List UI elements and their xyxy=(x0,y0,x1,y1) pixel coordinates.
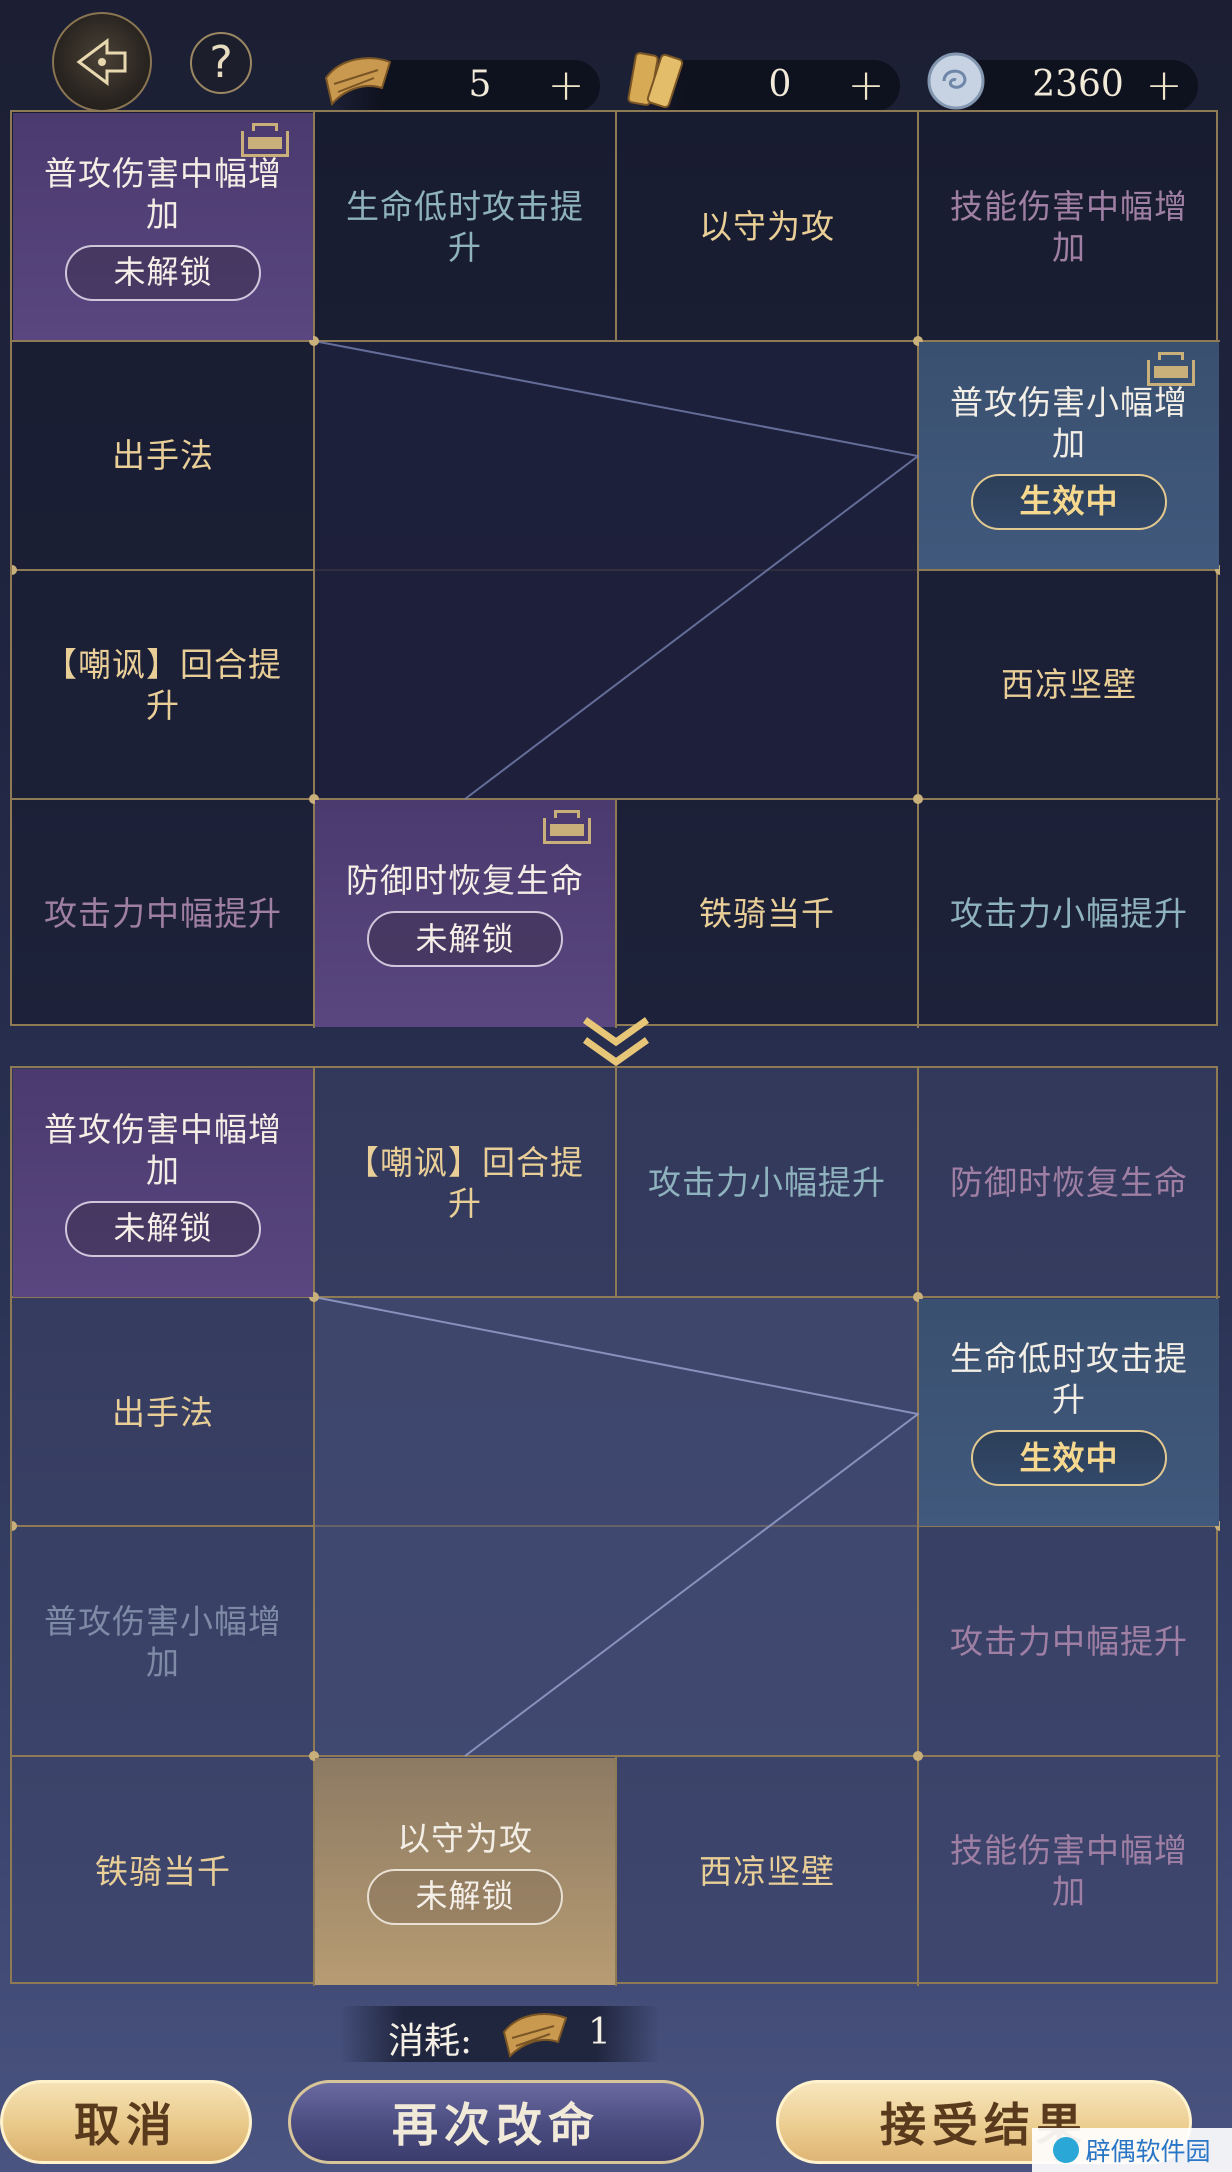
lock-toggle-icon[interactable] xyxy=(1147,352,1195,386)
fate-cell[interactable]: 出手法 xyxy=(13,1299,313,1527)
token-icon xyxy=(627,52,684,109)
fate-cell-label: 防御时恢复生命 xyxy=(950,1163,1188,1203)
jade-coin-icon xyxy=(927,52,985,110)
fate-cell[interactable]: 西凉坚壁 xyxy=(617,1758,917,1986)
fate-cell[interactable]: 防御时恢复生命 xyxy=(919,1069,1219,1297)
resource-value: 2360 xyxy=(1032,64,1124,105)
help-button[interactable]: ? xyxy=(190,32,252,94)
current-fate-board: 普攻伤害中幅增加 未解锁 生命低时攻击提升 以守为攻 技能伤害中幅增加 出手法 普攻伤害小幅… xyxy=(10,110,1220,1028)
chevron-down-icon xyxy=(582,1017,650,1067)
fate-cell[interactable]: 生命低时攻击提升生效中 xyxy=(919,1298,1219,1526)
fate-cell-label: 普攻伤害中幅增加 xyxy=(44,1109,282,1190)
fate-cell[interactable]: 普攻伤害小幅增加生效中 xyxy=(919,342,1219,569)
cost-amount: 1 xyxy=(588,2012,611,2053)
fate-cell[interactable]: 生命低时攻击提升 xyxy=(315,113,615,340)
active-badge: 生效中 xyxy=(971,1430,1167,1487)
fate-cell-label: 攻击力小幅提升 xyxy=(648,1163,886,1203)
fate-cell[interactable]: 防御时恢复生命未解锁 xyxy=(315,800,615,1027)
fate-cell-label: 技能伤害中幅增加 xyxy=(950,186,1188,267)
fate-cell-label: 普攻伤害小幅增加 xyxy=(44,1601,282,1682)
resource-jade: 2360 + xyxy=(927,52,1198,112)
locked-badge: 未解锁 xyxy=(367,1868,563,1925)
cancel-button[interactable]: 取消 xyxy=(0,2080,252,2164)
fate-cell[interactable]: 普攻伤害中幅增加未解锁 xyxy=(13,1069,313,1297)
active-badge: 生效中 xyxy=(971,473,1167,530)
fate-cell-label: 出手法 xyxy=(112,1392,214,1432)
fate-cell[interactable]: 普攻伤害中幅增加未解锁 xyxy=(13,113,313,340)
fate-cell-label: 防御时恢复生命 xyxy=(346,861,584,900)
fate-cell[interactable]: 以守为攻 未解锁 xyxy=(315,1757,615,1985)
result-fate-board: 普攻伤害中幅增加 未解锁 【嘲讽】回合提升 攻击力小幅提升 防御时恢复生命 出手法 生命低时… xyxy=(10,1066,1220,1986)
fate-cell-label: 【嘲讽】回合提升 xyxy=(346,1142,584,1223)
fate-cell[interactable]: 攻击力中幅提升 xyxy=(13,800,313,1027)
back-button[interactable] xyxy=(52,12,152,112)
scroll-icon xyxy=(502,2013,568,2058)
fate-cell-label: 技能伤害中幅增加 xyxy=(950,1831,1188,1912)
cost-display: 消耗: 1 xyxy=(340,2006,660,2062)
fate-cell-label: 攻击力中幅提升 xyxy=(44,894,282,933)
fate-cell[interactable]: 出手法 xyxy=(13,342,313,569)
watermark-text: 辟偶软件园 xyxy=(1085,2137,1211,2166)
locked-badge: 未解锁 xyxy=(65,1200,261,1257)
resource-scroll: 5 + xyxy=(324,57,600,112)
fate-cell-label: 普攻伤害小幅增加 xyxy=(950,382,1188,463)
fate-cell[interactable]: 攻击力小幅提升 xyxy=(919,800,1219,1027)
fate-cell[interactable]: 攻击力小幅提升 xyxy=(617,1069,917,1297)
lock-toggle-icon[interactable] xyxy=(543,810,591,844)
lock-toggle-icon[interactable] xyxy=(241,123,289,157)
back-arrow-icon xyxy=(76,38,127,86)
fate-cell[interactable]: 技能伤害中幅增加 xyxy=(919,1758,1219,1986)
fate-cell[interactable]: 铁骑当千 xyxy=(13,1758,313,1986)
cost-label: 消耗: xyxy=(388,2021,473,2062)
retry-fate-button[interactable]: 再次改命 xyxy=(288,2080,704,2164)
fate-cell[interactable]: 西凉坚壁 xyxy=(919,571,1219,798)
fate-cell[interactable]: 【嘲讽】回合提升 xyxy=(315,1069,615,1297)
fate-cell-label: 普攻伤害中幅增加 xyxy=(44,153,282,234)
fate-cell-label: 出手法 xyxy=(112,436,214,475)
fate-cell-label: 生命低时攻击提升 xyxy=(950,1339,1188,1420)
watermark: 辟偶软件园 xyxy=(1032,2128,1232,2172)
locked-badge: 未解锁 xyxy=(65,244,261,301)
fate-cell[interactable]: 【嘲讽】回合提升 xyxy=(13,571,313,798)
fate-cell-label: 铁骑当千 xyxy=(95,1851,231,1891)
locked-badge: 未解锁 xyxy=(367,911,563,967)
fate-cell-label: 以守为攻 xyxy=(699,207,835,246)
resource-value: 5 xyxy=(468,64,492,105)
fate-cell[interactable]: 以守为攻 xyxy=(617,113,917,340)
scroll-icon xyxy=(324,57,392,107)
fate-cell-label: 【嘲讽】回合提升 xyxy=(44,644,282,725)
top-bar: ? 5 + 0 + 2360 + xyxy=(0,0,1232,112)
watermark-logo-icon xyxy=(1053,2137,1080,2163)
fate-cell-label: 生命低时攻击提升 xyxy=(346,186,584,267)
fate-cell[interactable]: 攻击力中幅提升 xyxy=(919,1528,1219,1756)
fate-cell[interactable]: 技能伤害中幅增加 xyxy=(919,113,1219,340)
add-jade-button[interactable]: + xyxy=(1138,60,1190,112)
fate-cell-label: 攻击力中幅提升 xyxy=(950,1622,1188,1662)
fate-cell-label: 攻击力小幅提升 xyxy=(950,894,1188,933)
fate-cell[interactable]: 普攻伤害小幅增加 xyxy=(13,1528,313,1756)
resource-token: 0 + xyxy=(627,52,900,112)
fate-cell-label: 西凉坚壁 xyxy=(699,1851,835,1891)
fate-cell[interactable]: 铁骑当千 xyxy=(617,800,917,1027)
add-token-button[interactable]: + xyxy=(840,60,892,112)
fate-cell-label: 西凉坚壁 xyxy=(1001,665,1137,704)
add-scroll-button[interactable]: + xyxy=(540,60,592,112)
resource-value: 0 xyxy=(768,64,792,105)
fate-cell-label: 铁骑当千 xyxy=(699,894,835,933)
fate-cell-label: 以守为攻 xyxy=(397,1818,533,1858)
